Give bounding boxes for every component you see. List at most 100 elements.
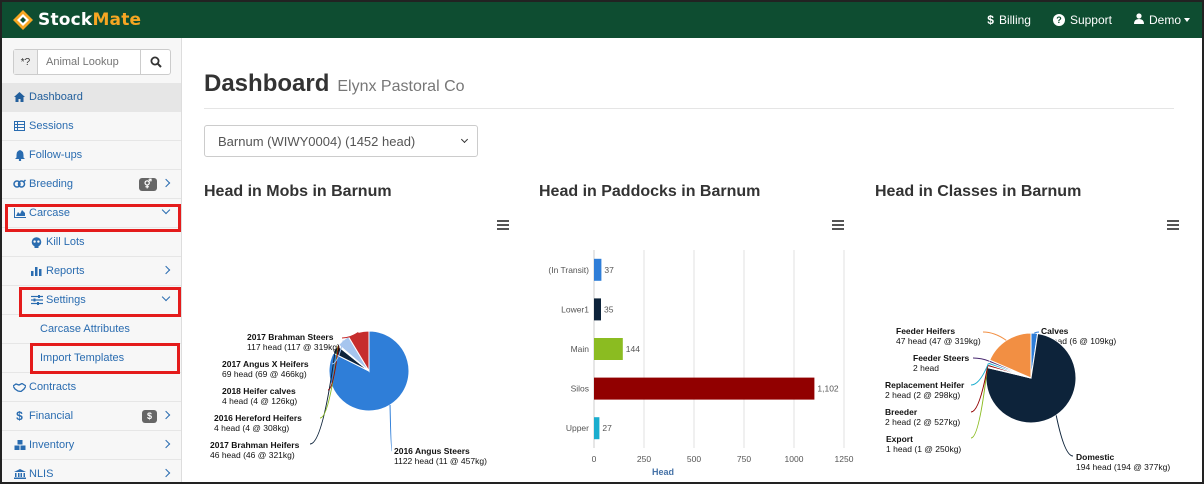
paddocks-x-tick: 750 (737, 454, 751, 464)
sidebar-item-financial[interactable]: $ Financial $ (2, 402, 181, 431)
dollar-icon: $ (16, 409, 23, 423)
classes-pie-label: Domestic (1076, 452, 1115, 462)
classes-pie-connector (972, 357, 990, 362)
paddocks-y-tick: Upper (566, 423, 589, 433)
breeding-badge: ⚥ (138, 178, 157, 191)
home-icon (13, 92, 26, 102)
sidebar-item-contracts[interactable]: Contracts (2, 373, 181, 402)
chevron-down-icon (161, 205, 171, 215)
animal-lookup-input[interactable] (38, 50, 140, 74)
bar-chart-icon (30, 266, 43, 276)
main-content: Dashboard Elynx Pastoral Co Barnum (WIWY0… (183, 38, 1202, 482)
search-icon (150, 56, 162, 68)
paddocks-bar[interactable] (594, 417, 600, 440)
paddocks-data-label: 37 (604, 265, 614, 275)
classes-pie-connector (970, 365, 989, 413)
paddocks-y-tick: (In Transit) (548, 265, 589, 275)
classes-chart-title: Head in Classes in Barnum (875, 183, 1082, 200)
classes-pie-label-detail: 194 head (194 @ 377kg) (1076, 462, 1170, 472)
paddocks-x-tick: 1250 (835, 454, 854, 464)
area-chart-icon (13, 208, 26, 218)
mobs-pie-label-detail: 1122 head (11 @ 457kg) (394, 456, 487, 466)
mobs-pie-label: 2017 Angus X Heifers (222, 359, 309, 369)
property-select[interactable]: Barnum (WIWY0004) (1452 head) (204, 125, 478, 157)
mobs-pie-chart: 2016 Angus Steers1122 head (11 @ 457kg) 2… (210, 330, 487, 466)
sidebar-item-breeding[interactable]: Breeding ⚥ (2, 170, 181, 199)
classes-pie-label: Calves (1041, 326, 1069, 336)
paddocks-bar[interactable] (594, 338, 623, 360)
support-link[interactable]: ? Support (1052, 13, 1112, 27)
chevron-down-icon (1184, 18, 1190, 22)
classes-pie-label-detail: 1 head (1 @ 250kg) (886, 444, 961, 454)
search-button[interactable] (140, 50, 170, 74)
classes-pie-label-detail: 47 head (47 @ 319kg) (896, 336, 981, 346)
mobs-pie-connector (389, 405, 393, 452)
sidebar-item-carcase[interactable]: Carcase (2, 199, 181, 228)
sidebar-item-import-templates[interactable]: Import Templates (2, 344, 181, 373)
classes-pie-label-detail: 2 head (913, 363, 939, 373)
app-frame: StockMate $ Billing ? Support Demo *? An… (0, 0, 1204, 484)
chevron-right-icon (161, 410, 171, 420)
paddocks-bar[interactable] (594, 377, 815, 400)
mobs-pie-label: 2017 Brahman Heifers (210, 440, 300, 450)
paddocks-bar-chart: 0 250 500 750 1000 1250 (In Transit) 37 Lower1 35… (548, 250, 854, 477)
classes-pie-label: Breeder (885, 407, 918, 417)
paddocks-data-label: 35 (604, 304, 614, 314)
classes-pie-label: Export (886, 434, 913, 444)
sidebar: *? Dashboard Sessions Follow-ups Breedin… (2, 38, 182, 482)
paddocks-data-label: 27 (602, 423, 612, 433)
classes-pie-connector (970, 366, 988, 439)
brand-logo[interactable]: StockMate (12, 2, 141, 38)
page-subtitle: Elynx Pastoral Co (337, 78, 465, 95)
sidebar-item-sessions[interactable]: Sessions (2, 112, 181, 141)
chevron-right-icon (161, 468, 171, 478)
wildcard-prefix: *? (14, 50, 38, 74)
paddocks-y-tick: Silos (571, 384, 589, 394)
mobs-pie-label: 2017 Brahman Steers (247, 332, 334, 342)
sidebar-item-nlis[interactable]: NLIS (2, 460, 181, 482)
sidebar-item-follow-ups[interactable]: Follow-ups (2, 141, 181, 170)
sidebar-item-dashboard[interactable]: Dashboard (2, 83, 181, 112)
top-navbar: StockMate $ Billing ? Support Demo (2, 2, 1202, 38)
mobs-chart-title: Head in Mobs in Barnum (204, 183, 392, 200)
mobs-pie-label: 2018 Heifer calves (222, 386, 296, 396)
dollar-icon: $ (987, 13, 994, 27)
chevron-right-icon (161, 178, 171, 188)
paddocks-x-tick: 250 (637, 454, 651, 464)
paddocks-bar[interactable] (594, 258, 602, 281)
sidebar-item-carcase-attributes[interactable]: Carcase Attributes (2, 315, 181, 344)
bank-icon (13, 469, 26, 479)
title-divider (204, 108, 1174, 109)
classes-pie-label: Feeder Steers (913, 353, 969, 363)
billing-link[interactable]: $ Billing (987, 13, 1031, 27)
cubes-icon (13, 440, 26, 450)
sidebar-item-kill-lots[interactable]: Kill Lots (2, 228, 181, 257)
chevron-right-icon (161, 265, 171, 275)
page-title: Dashboard Elynx Pastoral Co (204, 70, 465, 97)
sidebar-item-settings[interactable]: Settings (2, 286, 181, 315)
mobs-pie-label-detail: 69 head (69 @ 466kg) (222, 369, 307, 379)
animal-lookup: *? (13, 49, 171, 75)
classes-pie-label-detail: 2 head (2 @ 527kg) (885, 417, 960, 427)
brand-name: StockMate (38, 10, 142, 30)
mobs-pie-label-detail: 117 head (117 @ 319kg) (247, 342, 340, 352)
paddocks-x-tick: 0 (592, 454, 597, 464)
user-menu[interactable]: Demo (1133, 13, 1190, 27)
paddocks-bar[interactable] (594, 298, 601, 321)
chevron-down-icon (460, 135, 469, 144)
sidebar-item-reports[interactable]: Reports (2, 257, 181, 286)
sliders-icon (30, 295, 43, 305)
paddocks-x-tick: 1000 (785, 454, 804, 464)
mobs-pie-label: 2016 Angus Steers (394, 446, 470, 456)
paddocks-y-tick: Lower1 (561, 304, 589, 314)
table-icon (13, 121, 26, 131)
sidebar-item-inventory[interactable]: Inventory (2, 431, 181, 460)
classes-pie-chart: Calves6 head (6 @ 109kg)Domestic194 head… (885, 326, 1170, 472)
bell-icon (13, 149, 26, 161)
paddocks-data-label: 1,102 (817, 384, 839, 394)
chevron-right-icon (161, 439, 171, 449)
paddocks-x-tick: 500 (687, 454, 701, 464)
skull-icon (30, 236, 43, 248)
chevron-down-icon (161, 292, 171, 302)
mobs-pie-label-detail: 4 head (4 @ 308kg) (214, 423, 289, 433)
